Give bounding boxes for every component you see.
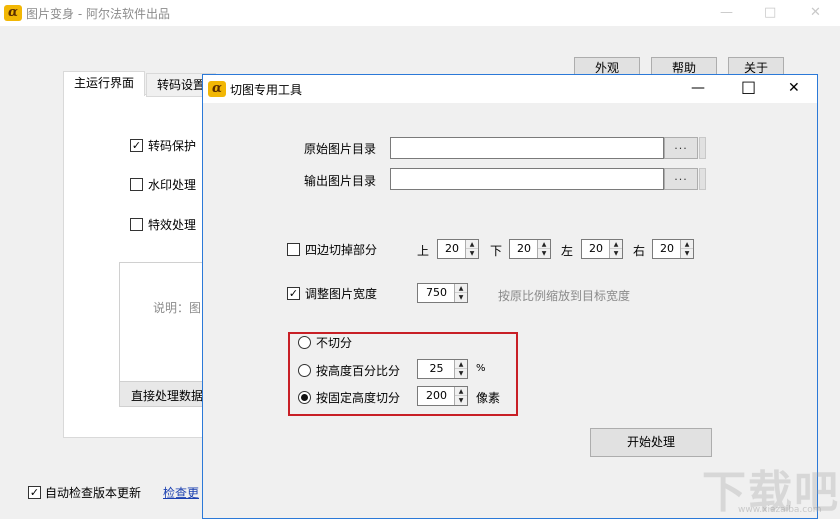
tab-main-run[interactable]: 主运行界面: [63, 71, 146, 96]
main-maximize-icon[interactable]: □: [764, 6, 776, 19]
option-effects-label: 特效处理: [148, 218, 197, 232]
description-text: 说明：图: [153, 301, 202, 315]
fixed-height-radio[interactable]: [298, 391, 311, 404]
fixed-height-label: 按固定高度切分: [316, 391, 401, 405]
fixed-height-spinner[interactable]: 200 ▲ ▼: [417, 386, 468, 406]
trim-bottom-value: 20: [517, 242, 531, 255]
spin-up-icon[interactable]: ▲: [455, 360, 467, 369]
spin-up-icon[interactable]: ▲: [466, 240, 478, 249]
trim-top-label: 上: [417, 244, 430, 258]
main-close-icon[interactable]: ✕: [810, 6, 821, 19]
option-effects-checkbox[interactable]: [130, 218, 143, 231]
spin-down-icon[interactable]: ▼: [681, 249, 693, 258]
output-dir-extra-button[interactable]: [699, 168, 706, 190]
spin-down-icon[interactable]: ▼: [538, 249, 550, 258]
resize-width-hint: 按原比例缩放到目标宽度: [498, 289, 631, 303]
spin-up-icon[interactable]: ▲: [610, 240, 622, 249]
spin-down-icon[interactable]: ▼: [466, 249, 478, 258]
spin-down-icon[interactable]: ▼: [455, 293, 467, 302]
source-dir-label: 原始图片目录: [304, 142, 377, 156]
trim-edges-label: 四边切掉部分: [305, 243, 378, 257]
spin-down-icon[interactable]: ▼: [455, 396, 467, 405]
app-logo-icon: α: [4, 5, 22, 21]
trim-right-spinner[interactable]: 20 ▲ ▼: [652, 239, 694, 259]
main-titlebar: α 图片变身 - 阿尔法软件出品 — □ ✕: [0, 0, 840, 26]
dialog-title: 切图专用工具: [230, 83, 303, 97]
percent-split-spinner[interactable]: 25 ▲ ▼: [417, 359, 468, 379]
option-watermark-label: 水印处理: [148, 178, 197, 192]
fixed-height-value: 200: [426, 389, 447, 402]
dialog-logo-icon: α: [208, 81, 226, 97]
main-window-title: 图片变身 - 阿尔法软件出品: [26, 7, 170, 21]
trim-right-value: 20: [660, 242, 674, 255]
spin-up-icon[interactable]: ▲: [681, 240, 693, 249]
output-dir-label: 输出图片目录: [304, 174, 377, 188]
site-watermark-url: www.xiazaiba.com: [738, 505, 822, 515]
spin-up-icon[interactable]: ▲: [455, 387, 467, 396]
trim-top-value: 20: [445, 242, 459, 255]
dialog-titlebar: α 切图专用工具 — □ ✕: [203, 75, 817, 103]
dialog-close-icon[interactable]: ✕: [788, 81, 800, 95]
dialog-maximize-icon[interactable]: □: [741, 79, 756, 95]
spin-up-icon[interactable]: ▲: [538, 240, 550, 249]
check-update-link[interactable]: 检查更: [163, 484, 199, 501]
percent-split-value: 25: [429, 362, 444, 375]
resize-width-checkbox[interactable]: ✓: [287, 287, 300, 300]
resize-width-value: 750: [426, 286, 447, 299]
output-dir-input[interactable]: [390, 168, 664, 190]
description-box: 说明：图: [119, 262, 209, 382]
dialog-minimize-icon[interactable]: —: [691, 81, 705, 95]
crop-tool-dialog: α 切图专用工具 — □ ✕ 原始图片目录 ... 输出图片目录 ... 四边切…: [202, 74, 818, 519]
resize-width-label: 调整图片宽度: [305, 287, 378, 301]
option-watermark-checkbox[interactable]: [130, 178, 143, 191]
direct-process-strip[interactable]: 直接处理数据: [119, 381, 209, 407]
auto-check-update-checkbox[interactable]: ✓: [28, 486, 41, 499]
trim-left-label: 左: [561, 244, 574, 258]
source-dir-input[interactable]: [390, 137, 664, 159]
trim-bottom-label: 下: [490, 244, 503, 258]
direct-process-label: 直接处理数据: [131, 389, 204, 403]
trim-left-value: 20: [589, 242, 603, 255]
auto-check-update-label: 自动检查版本更新: [45, 486, 142, 500]
radio-selected-dot: [301, 394, 308, 401]
spin-down-icon[interactable]: ▼: [610, 249, 622, 258]
trim-bottom-spinner[interactable]: 20 ▲ ▼: [509, 239, 551, 259]
source-dir-browse-button[interactable]: ...: [664, 137, 698, 159]
trim-left-spinner[interactable]: 20 ▲ ▼: [581, 239, 623, 259]
option-transcode-protect-checkbox[interactable]: ✓: [130, 139, 143, 152]
output-dir-browse-button[interactable]: ...: [664, 168, 698, 190]
spin-up-icon[interactable]: ▲: [455, 284, 467, 293]
main-minimize-icon[interactable]: —: [720, 6, 733, 19]
percent-unit: %: [476, 363, 486, 374]
percent-split-label: 按高度百分比分: [316, 364, 401, 378]
percent-split-radio[interactable]: [298, 364, 311, 377]
trim-edges-checkbox[interactable]: [287, 243, 300, 256]
fixed-height-unit: 像素: [476, 391, 501, 405]
source-dir-extra-button[interactable]: [699, 137, 706, 159]
resize-width-spinner[interactable]: 750 ▲ ▼: [417, 283, 468, 303]
no-split-label: 不切分: [316, 336, 353, 350]
option-transcode-protect-label: 转码保护: [148, 139, 197, 153]
spin-down-icon[interactable]: ▼: [455, 369, 467, 378]
start-process-button[interactable]: 开始处理: [590, 428, 712, 457]
trim-top-spinner[interactable]: 20 ▲ ▼: [437, 239, 479, 259]
no-split-radio[interactable]: [298, 336, 311, 349]
trim-right-label: 右: [633, 244, 646, 258]
